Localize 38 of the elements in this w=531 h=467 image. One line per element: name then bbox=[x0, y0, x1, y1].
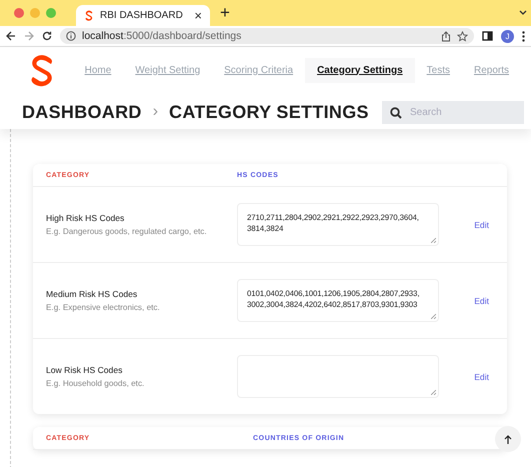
chevron-down-icon[interactable] bbox=[519, 10, 527, 16]
resize-handle-icon[interactable] bbox=[431, 390, 436, 395]
logo-icon bbox=[84, 10, 94, 21]
breadcrumb-item: CATEGORY SETTINGS bbox=[169, 102, 369, 122]
resize-handle-icon[interactable] bbox=[431, 314, 436, 319]
category-name: Medium Risk HS Codes bbox=[46, 289, 138, 299]
profile-avatar[interactable]: J bbox=[501, 30, 514, 42]
close-window-button[interactable] bbox=[14, 8, 24, 18]
back-icon[interactable] bbox=[6, 31, 16, 41]
scroll-to-top-button[interactable] bbox=[495, 426, 521, 452]
breadcrumb-item[interactable]: DASHBOARD bbox=[22, 102, 142, 122]
breadcrumb-separator: › bbox=[152, 103, 158, 121]
edit-link[interactable]: Edit bbox=[474, 220, 489, 230]
resize-handle-icon[interactable] bbox=[431, 238, 436, 243]
url-text: localhost:5000/dashboard/settings bbox=[82, 30, 242, 42]
category-description: E.g. Household goods, etc. bbox=[46, 379, 146, 388]
nav-link[interactable]: Category Settings bbox=[305, 58, 415, 82]
codes-field[interactable] bbox=[237, 355, 439, 398]
search-field[interactable]: Search bbox=[382, 100, 524, 124]
address-bar[interactable]: localhost:5000/dashboard/settings bbox=[60, 28, 474, 44]
menu-icon[interactable] bbox=[522, 30, 525, 42]
info-icon bbox=[66, 31, 76, 41]
share-icon[interactable] bbox=[441, 30, 451, 42]
edit-link[interactable]: Edit bbox=[474, 372, 489, 382]
arrow-up-icon bbox=[504, 434, 512, 444]
tab-close-button[interactable]: × bbox=[194, 8, 202, 23]
new-tab-button[interactable]: + bbox=[220, 3, 230, 23]
reload-icon[interactable] bbox=[42, 31, 52, 41]
search-icon bbox=[390, 106, 402, 118]
star-icon[interactable] bbox=[457, 30, 468, 42]
sidebar-icon[interactable] bbox=[482, 31, 493, 41]
tab-title: RBI DASHBOARD bbox=[100, 10, 184, 21]
browser-tab[interactable]: RBI DASHBOARD × bbox=[76, 5, 210, 26]
edit-link[interactable]: Edit bbox=[474, 296, 489, 306]
category-description: E.g. Dangerous goods, regulated cargo, etc. bbox=[46, 227, 208, 236]
category-description: E.g. Expensive electronics, etc. bbox=[46, 303, 161, 312]
category-name: Low Risk HS Codes bbox=[46, 365, 124, 375]
category-name: High Risk HS Codes bbox=[46, 213, 126, 223]
